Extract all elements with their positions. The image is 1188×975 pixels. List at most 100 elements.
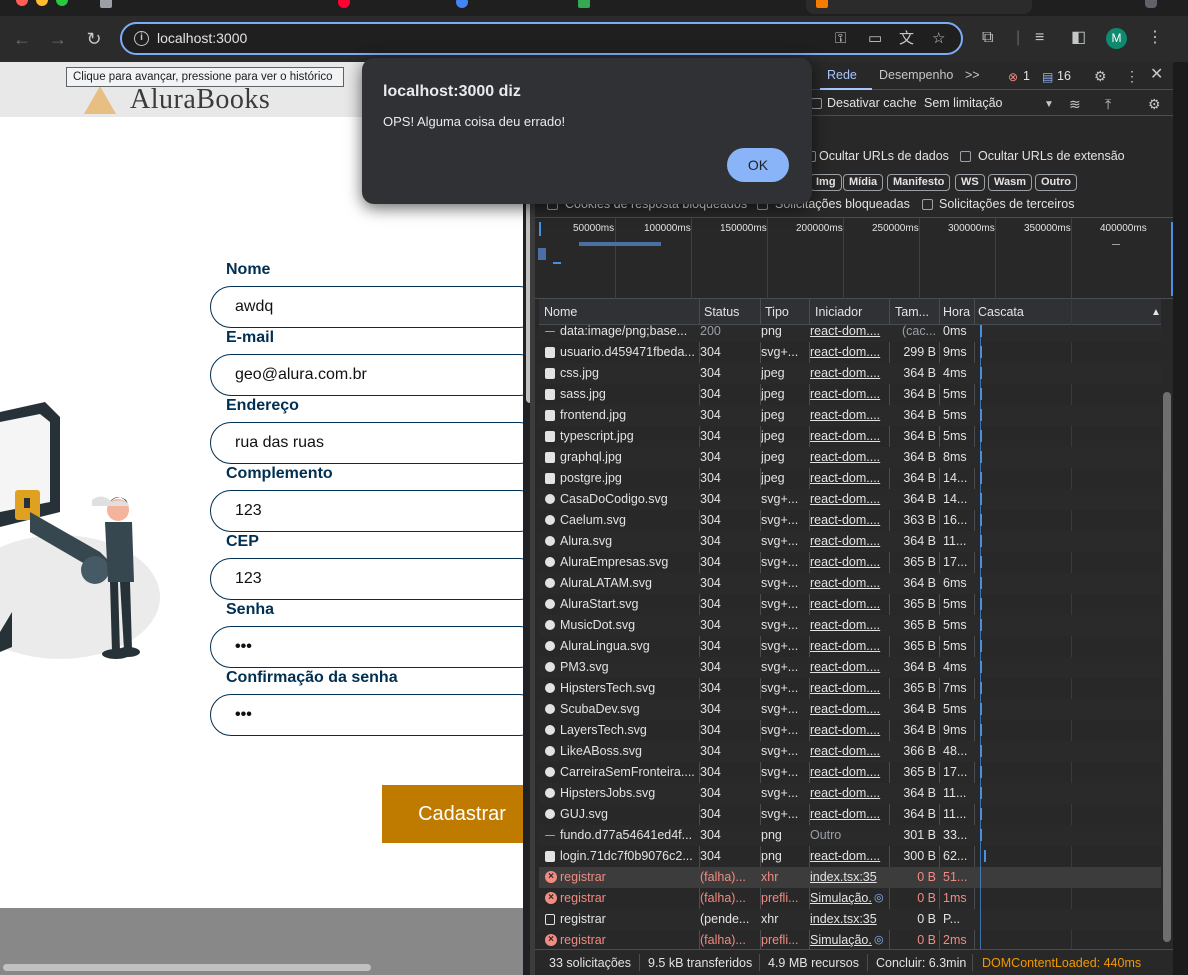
cell-initiator[interactable]: react-dom.... bbox=[810, 345, 886, 359]
column-type[interactable]: Tipo bbox=[765, 305, 789, 319]
bookmark-star-icon[interactable]: ☆ bbox=[932, 30, 945, 48]
email-input[interactable]: geo@alura.com.br bbox=[210, 354, 523, 396]
address-bar[interactable]: i localhost:3000 ⚿ ▭ 文 ☆ bbox=[120, 22, 963, 55]
cell-initiator[interactable]: react-dom.... bbox=[810, 849, 886, 863]
table-row[interactable]: frontend.jpg 304 jpeg react-dom.... 364 B 5ms bbox=[539, 405, 1161, 426]
nome-input[interactable]: awdq bbox=[210, 286, 523, 328]
tab-network[interactable]: Rede bbox=[827, 68, 857, 82]
minimize-window-dot[interactable] bbox=[36, 0, 48, 6]
messages-count[interactable]: 16 bbox=[1057, 69, 1071, 83]
cell-initiator[interactable]: react-dom.... bbox=[810, 765, 886, 779]
sort-up-icon[interactable]: ▲ bbox=[1151, 307, 1161, 318]
third-party-label[interactable]: Solicitações de terceiros bbox=[939, 197, 1074, 211]
upload-har-icon[interactable]: ⤒ bbox=[1105, 96, 1111, 112]
table-row[interactable]: LayersTech.svg 304 svg+... react-dom.... 364… bbox=[539, 720, 1161, 741]
site-info-icon[interactable]: i bbox=[134, 31, 149, 46]
endereco-input[interactable]: rua das ruas bbox=[210, 422, 523, 464]
table-row[interactable]: × registrar (falha)... xhr index.tsx:35 0 B 51… bbox=[539, 867, 1161, 888]
table-row[interactable]: PM3.svg 304 svg+... react-dom.... 364 B 4ms bbox=[539, 657, 1161, 678]
devtools-menu-icon[interactable]: ⋮ bbox=[1125, 68, 1139, 84]
table-row[interactable]: ScubaDev.svg 304 svg+... react-dom.... 364 B… bbox=[539, 699, 1161, 720]
cell-initiator[interactable]: react-dom.... bbox=[810, 702, 886, 716]
column-size[interactable]: Tam... bbox=[895, 305, 929, 319]
preflight-globe-icon[interactable]: ◎ bbox=[874, 891, 884, 904]
cell-initiator[interactable]: react-dom.... bbox=[810, 408, 886, 422]
table-row[interactable]: LikeABoss.svg 304 svg+... react-dom.... 366 … bbox=[539, 741, 1161, 762]
forward-icon[interactable]: → bbox=[45, 26, 71, 52]
table-row[interactable]: HipstersTech.svg 304 svg+... react-dom.... 3… bbox=[539, 678, 1161, 699]
table-row[interactable]: css.jpg 304 jpeg react-dom.... 364 B 4ms bbox=[539, 363, 1161, 384]
column-time[interactable]: Hora bbox=[943, 305, 970, 319]
cell-initiator[interactable]: react-dom.... bbox=[810, 681, 886, 695]
senha-input[interactable]: ••• bbox=[210, 626, 523, 668]
cell-initiator[interactable]: react-dom.... bbox=[810, 639, 886, 653]
hide-extension-urls-checkbox[interactable] bbox=[960, 151, 971, 162]
hide-data-urls-label[interactable]: Ocultar URLs de dados bbox=[819, 149, 949, 163]
cell-initiator[interactable]: react-dom.... bbox=[810, 450, 886, 464]
cell-initiator[interactable]: index.tsx:35 bbox=[810, 870, 886, 884]
reload-icon[interactable]: ↻ bbox=[81, 26, 107, 52]
filter-chip-img[interactable]: Img bbox=[810, 174, 842, 191]
table-row[interactable]: CasaDoCodigo.svg 304 svg+... react-dom.... 3… bbox=[539, 489, 1161, 510]
cell-initiator[interactable]: react-dom.... bbox=[810, 513, 886, 527]
filter-chip-ws[interactable]: WS bbox=[955, 174, 985, 191]
filter-chip-wasm[interactable]: Wasm bbox=[988, 174, 1032, 191]
table-row[interactable]: × registrar (falha)... prefli... Simulação. 0… bbox=[539, 888, 1161, 909]
reading-list-icon[interactable]: ≡ bbox=[1035, 28, 1044, 48]
horizontal-scrollbar[interactable] bbox=[3, 964, 371, 971]
network-conditions-icon[interactable]: ≋ bbox=[1069, 96, 1081, 112]
cell-initiator[interactable]: Outro bbox=[810, 828, 886, 842]
extensions-icon[interactable]: ⧉ bbox=[982, 28, 993, 48]
table-row[interactable]: registrar (pende... xhr index.tsx:35 0 B P... bbox=[539, 909, 1161, 930]
column-initiator[interactable]: Iniciador bbox=[815, 305, 862, 319]
confirmacao-senha-input[interactable]: ••• bbox=[210, 694, 523, 736]
cell-initiator[interactable]: react-dom.... bbox=[810, 723, 886, 737]
tab-performance[interactable]: Desempenho bbox=[879, 68, 953, 82]
table-row[interactable]: sass.jpg 304 jpeg react-dom.... 364 B 5ms bbox=[539, 384, 1161, 405]
close-window-dot[interactable] bbox=[16, 0, 28, 6]
column-waterfall[interactable]: Cascata bbox=[978, 305, 1024, 319]
network-overview-timeline[interactable]: 50000ms 100000ms 150000ms 200000ms 25000… bbox=[535, 217, 1173, 300]
devtools-vertical-scrollbar[interactable] bbox=[1163, 392, 1171, 942]
table-row[interactable]: Caelum.svg 304 svg+... react-dom.... 363 B 16… bbox=[539, 510, 1161, 531]
address-url[interactable]: localhost:3000 bbox=[157, 30, 247, 46]
profile-avatar[interactable]: M bbox=[1106, 28, 1127, 49]
table-row[interactable]: MusicDot.svg 304 svg+... react-dom.... 365 B… bbox=[539, 615, 1161, 636]
table-row[interactable]: Alura.svg 304 svg+... react-dom.... 364 B 11.… bbox=[539, 531, 1161, 552]
table-row[interactable]: postgre.jpg 304 jpeg react-dom.... 364 B 14..… bbox=[539, 468, 1161, 489]
chevron-down-icon[interactable]: ▼ bbox=[1044, 97, 1054, 113]
table-row[interactable]: GUJ.svg 304 svg+... react-dom.... 364 B 11... bbox=[539, 804, 1161, 825]
cep-input[interactable]: 123 bbox=[210, 558, 523, 600]
install-app-icon[interactable]: ▭ bbox=[868, 30, 882, 48]
maximize-window-dot[interactable] bbox=[56, 0, 68, 6]
table-row[interactable]: AluraLingua.svg 304 svg+... react-dom.... 36… bbox=[539, 636, 1161, 657]
table-row[interactable]: login.71dc7f0b9076c2... 304 png react-dom..… bbox=[539, 846, 1161, 867]
error-count-icon[interactable]: ⊗ bbox=[1008, 69, 1018, 85]
tab-favicon[interactable] bbox=[338, 0, 350, 8]
tab-search-icon[interactable] bbox=[1145, 0, 1157, 8]
settings-gear-icon[interactable]: ⚙ bbox=[1094, 68, 1107, 84]
table-row[interactable]: typescript.jpg 304 jpeg react-dom.... 364 B 5… bbox=[539, 426, 1161, 447]
filter-chip-manifest[interactable]: Manifesto bbox=[887, 174, 951, 191]
hide-extension-urls-label[interactable]: Ocultar URLs de extensão bbox=[978, 149, 1125, 163]
third-party-checkbox[interactable] bbox=[922, 199, 933, 210]
table-row[interactable]: fundo.d77a54641ed4f... 304 png Outro 301 B 33… bbox=[539, 825, 1161, 846]
cell-initiator[interactable]: react-dom.... bbox=[810, 387, 886, 401]
cell-initiator[interactable]: react-dom.... bbox=[810, 786, 886, 800]
table-row[interactable]: graphql.jpg 304 jpeg react-dom.... 364 B 8ms bbox=[539, 447, 1161, 468]
column-status[interactable]: Status bbox=[704, 305, 739, 319]
table-row[interactable]: HipstersJobs.svg 304 svg+... react-dom.... 3… bbox=[539, 783, 1161, 804]
network-settings-icon[interactable]: ⚙ bbox=[1148, 96, 1161, 112]
side-panel-icon[interactable]: ◧ bbox=[1071, 28, 1086, 48]
cell-initiator[interactable]: react-dom.... bbox=[810, 618, 886, 632]
cell-initiator[interactable]: react-dom.... bbox=[810, 492, 886, 506]
complemento-input[interactable]: 123 bbox=[210, 490, 523, 532]
table-row[interactable]: AluraEmpresas.svg 304 svg+... react-dom....… bbox=[539, 552, 1161, 573]
messages-count-icon[interactable]: ▤ bbox=[1042, 69, 1053, 85]
cell-initiator[interactable]: react-dom.... bbox=[810, 534, 886, 548]
tab-favicon[interactable] bbox=[456, 0, 468, 8]
table-row[interactable]: usuario.d459471fbeda... 304 svg+... react-d… bbox=[539, 342, 1161, 363]
error-count[interactable]: 1 bbox=[1023, 69, 1030, 83]
cell-initiator[interactable]: react-dom.... bbox=[810, 471, 886, 485]
tab-favicon[interactable] bbox=[100, 0, 112, 8]
